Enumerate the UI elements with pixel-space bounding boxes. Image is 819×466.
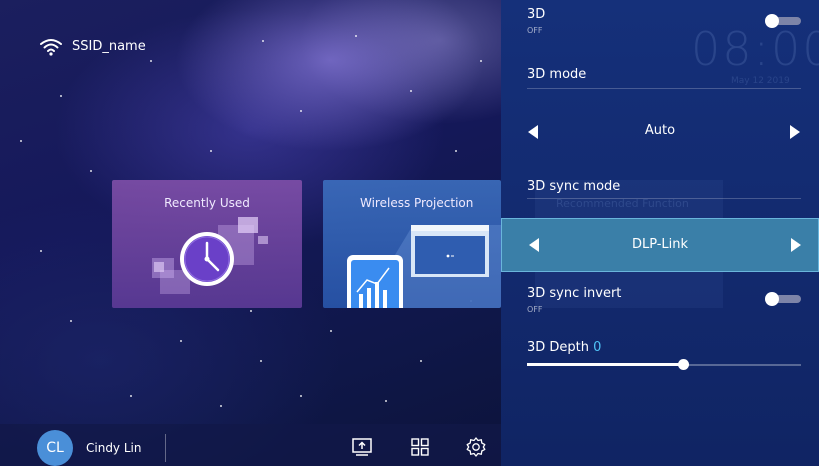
setting-3d-mode-title: 3D mode [527,67,587,82]
star [300,110,302,112]
setting-3d-title: 3D [527,7,546,22]
setting-depth-title: 3D Depth 0 [527,340,601,355]
user-name[interactable]: Cindy Lin [86,441,141,455]
star [90,170,92,172]
setting-depth-value: 0 [593,340,602,355]
star [210,150,212,152]
star [260,360,262,362]
star [20,140,22,142]
apps-grid-icon[interactable] [409,436,431,458]
setting-3d-state: OFF [527,26,543,35]
clock-icon [152,217,268,294]
ssid-label: SSID_name [72,39,146,54]
star [60,95,62,97]
star [385,400,387,402]
star [330,330,332,332]
depth-slider[interactable] [527,358,801,372]
divider [527,198,801,199]
setting-3d-mode-value: Auto [644,123,676,138]
toggle-knob [765,292,779,306]
avatar[interactable]: CL [37,430,73,466]
phone-to-screen-icon [347,225,501,308]
star [180,340,182,342]
bottom-bar-divider [165,434,166,462]
star [262,40,264,42]
star [300,395,302,397]
screen-share-icon[interactable] [351,436,373,458]
recently-used-tile[interactable]: Recently Used [112,180,302,308]
background-clock: 08:00 [691,22,819,76]
setting-3d-mode-selector[interactable]: Auto [501,111,819,153]
star [70,320,72,322]
setting-sync-invert-title: 3D sync invert [527,286,622,301]
star [355,35,357,37]
star [150,60,152,62]
star [420,360,422,362]
arrow-right-icon[interactable] [791,238,801,252]
settings-gear-icon[interactable] [465,436,487,458]
divider [527,88,801,89]
star [250,310,252,312]
star [480,60,482,62]
toggle-knob [765,14,779,28]
wireless-projection-tile[interactable]: Wireless Projection [323,180,501,308]
slider-thumb[interactable] [678,359,690,370]
star [220,405,222,407]
setting-sync-mode-selector[interactable]: DLP-Link [501,218,819,272]
wifi-icon [40,39,62,56]
slider-fill [527,363,684,366]
setting-depth-label: 3D Depth [527,340,590,355]
setting-sync-mode-value: DLP-Link [631,237,689,252]
star [130,395,132,397]
background-date: May 12 2019 [731,76,790,86]
setting-sync-mode-title: 3D sync mode [527,179,621,194]
star [410,90,412,92]
star [455,150,457,152]
arrow-right-icon[interactable] [790,125,800,139]
star [40,250,42,252]
setting-3d-toggle[interactable] [765,14,801,28]
setting-sync-invert-state: OFF [527,305,543,314]
setting-sync-invert-toggle[interactable] [765,292,801,306]
